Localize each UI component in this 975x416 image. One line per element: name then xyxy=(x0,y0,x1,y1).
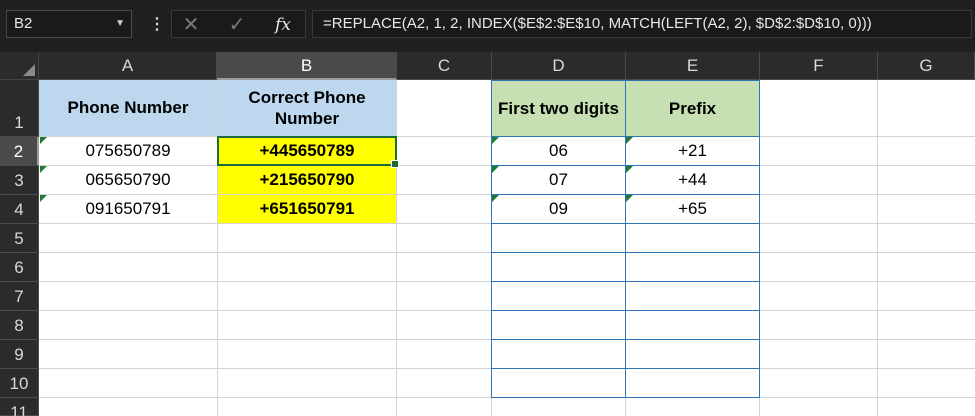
cell-e9[interactable] xyxy=(625,339,760,369)
row-header-7[interactable]: 7 xyxy=(0,282,39,311)
cell-d1[interactable]: First two digits xyxy=(491,80,626,137)
cell-e5[interactable] xyxy=(625,223,760,253)
insert-function-icon[interactable]: fx xyxy=(272,14,294,36)
row-header-1[interactable]: 1 xyxy=(0,80,39,137)
row-header-8[interactable]: 8 xyxy=(0,311,39,340)
column-header-d[interactable]: D xyxy=(492,52,626,80)
error-flag-icon xyxy=(492,137,499,144)
cell-value: 091650791 xyxy=(85,199,171,219)
column-header-b[interactable]: B xyxy=(217,52,397,80)
name-box-value: B2 xyxy=(14,15,33,32)
cancel-icon[interactable]: ✕ xyxy=(180,14,202,36)
cell-value: 07 xyxy=(549,170,568,190)
cell-d2[interactable]: 06 xyxy=(491,136,626,166)
cell-e2[interactable]: +21 xyxy=(625,136,760,166)
cell-value: 09 xyxy=(549,199,568,219)
formula-input[interactable]: =REPLACE(A2, 1, 2, INDEX($E$2:$E$10, MAT… xyxy=(312,10,972,38)
row-header-5[interactable]: 5 xyxy=(0,224,39,253)
cell-d5[interactable] xyxy=(491,223,626,253)
column-header-c[interactable]: C xyxy=(397,52,492,80)
cell-value: 065650790 xyxy=(85,170,171,190)
row-header-2[interactable]: 2 xyxy=(0,137,39,166)
cell-d3[interactable]: 07 xyxy=(491,165,626,195)
error-flag-icon xyxy=(626,195,633,202)
column-header-g[interactable]: G xyxy=(878,52,975,80)
cell-value: 075650789 xyxy=(85,141,171,161)
column-header-e[interactable]: E xyxy=(626,52,760,80)
cell-value: +65 xyxy=(678,199,707,219)
cell-e6[interactable] xyxy=(625,252,760,282)
active-cell-selection[interactable] xyxy=(217,136,399,168)
error-flag-icon xyxy=(40,137,47,144)
error-flag-icon xyxy=(626,137,633,144)
cell-value: +21 xyxy=(678,141,707,161)
more-options-icon[interactable]: ⋮ xyxy=(149,15,165,35)
cell-e3[interactable]: +44 xyxy=(625,165,760,195)
error-flag-icon xyxy=(492,166,499,173)
cell-d4[interactable]: 09 xyxy=(491,194,626,224)
cell-b1[interactable]: Correct Phone Number xyxy=(218,80,396,136)
cell-a4[interactable]: 091650791 xyxy=(40,195,216,223)
cell-d7[interactable] xyxy=(491,281,626,311)
cell-value: +44 xyxy=(678,170,707,190)
row-header-6[interactable]: 6 xyxy=(0,253,39,282)
name-box-dropdown-icon[interactable]: ▼ xyxy=(115,11,125,37)
row-header-10[interactable]: 10 xyxy=(0,369,39,398)
cell-a3[interactable]: 065650790 xyxy=(40,166,216,194)
enter-icon[interactable]: ✓ xyxy=(226,14,248,36)
row-header-3[interactable]: 3 xyxy=(0,166,39,195)
cell-e4[interactable]: +65 xyxy=(625,194,760,224)
cell-b4[interactable]: +651650791 xyxy=(218,195,396,223)
cell-d6[interactable] xyxy=(491,252,626,282)
row-header-9[interactable]: 9 xyxy=(0,340,39,369)
gridline xyxy=(877,80,878,416)
cell-d10[interactable] xyxy=(491,368,626,398)
name-box[interactable]: B2 ▼ xyxy=(6,10,132,38)
formula-bar: B2 ▼ ⋮ ✕ ✓ fx =REPLACE(A2, 1, 2, INDEX($… xyxy=(0,0,975,52)
formula-controls: ✕ ✓ fx xyxy=(171,10,306,38)
cell-value: 06 xyxy=(549,141,568,161)
row-header-4[interactable]: 4 xyxy=(0,195,39,224)
column-header-f[interactable]: F xyxy=(760,52,878,80)
error-flag-icon xyxy=(40,166,47,173)
cell-d8[interactable] xyxy=(491,310,626,340)
error-flag-icon xyxy=(40,195,47,202)
cell-a2[interactable]: 075650789 xyxy=(40,137,216,165)
error-flag-icon xyxy=(492,195,499,202)
cell-b3[interactable]: +215650790 xyxy=(218,166,396,194)
gridline xyxy=(396,80,397,416)
cell-a1[interactable]: Phone Number xyxy=(39,80,217,136)
row-header-11[interactable]: 11 xyxy=(0,398,39,416)
select-all-corner[interactable] xyxy=(0,52,39,80)
cell-e8[interactable] xyxy=(625,310,760,340)
cell-e10[interactable] xyxy=(625,368,760,398)
cell-e7[interactable] xyxy=(625,281,760,311)
column-header-a[interactable]: A xyxy=(39,52,217,80)
spreadsheet-grid: A B C D E F G 1 2 3 4 5 6 7 8 9 10 11 Ph… xyxy=(0,52,975,416)
error-flag-icon xyxy=(626,166,633,173)
cell-d9[interactable] xyxy=(491,339,626,369)
cell-e1[interactable]: Prefix xyxy=(625,80,760,137)
